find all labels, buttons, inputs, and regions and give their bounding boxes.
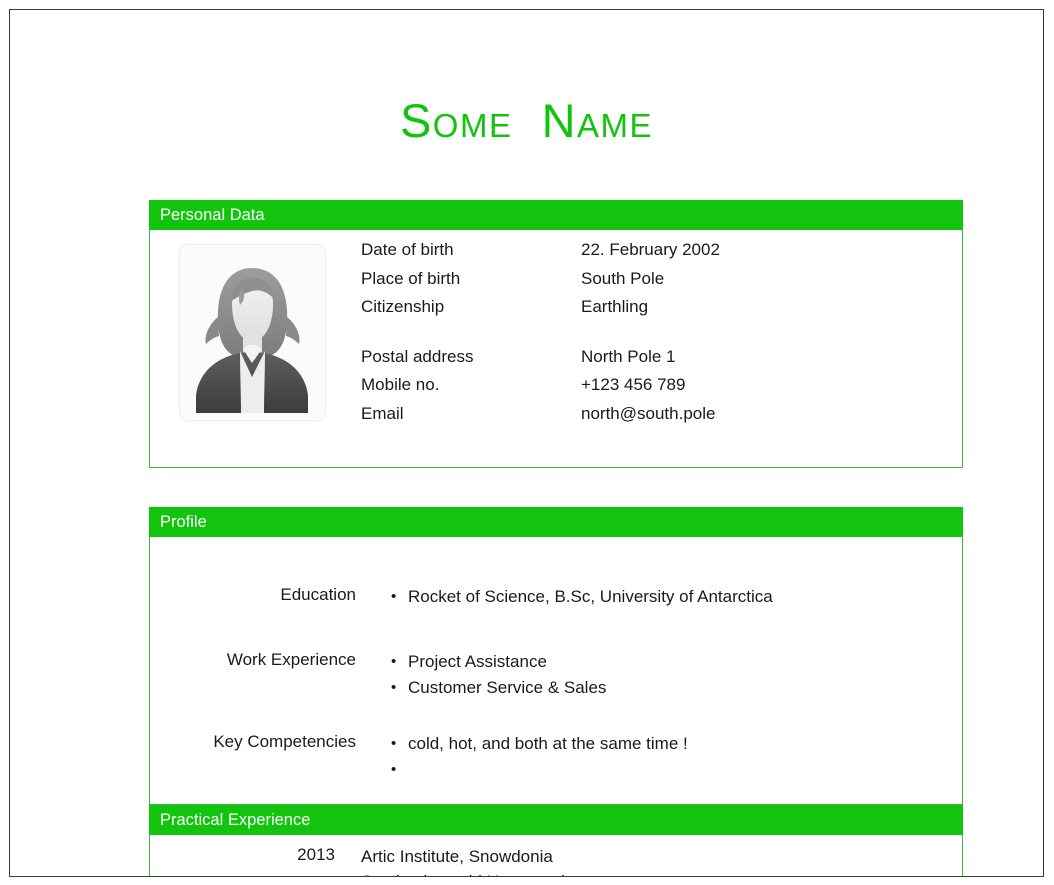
table-row: Email north@south.pole [361,404,720,433]
section-body-practical-experience: 2013 Artic Institute, Snowdonia Serving … [149,835,963,876]
field-value: South Pole [581,268,665,288]
profile-row-items: cold, hot, and both at the same time ! [382,732,942,784]
spacer-cell [361,326,581,347]
field-value: 22. February 2002 [581,240,720,259]
list-item: Project Assistance [382,650,942,676]
list-item: cold, hot, and both at the same time ! [382,732,942,758]
field-value: north@south.pole [581,403,716,423]
list-item: Customer Service & Sales [382,676,942,702]
field-label: Place of birth [361,268,461,288]
section-header-personal-data: Personal Data [149,200,963,230]
profile-row-label: Education [280,585,356,604]
table-row: Mobile no. +123 456 789 [361,375,720,404]
field-value: North Pole 1 [581,346,676,366]
table-spacer-row [361,326,720,347]
profile-row-label: Key Competencies [213,732,356,751]
profile-row-items: Rocket of Science, B.Sc, University of A… [382,585,942,611]
list-item-empty [382,758,942,784]
page-title: Some Name [399,94,654,147]
list-item: Rocket of Science, B.Sc, University of A… [382,585,942,611]
section-body-personal-data: Date of birth 22. February 2002 Place of… [149,230,963,468]
entry-organisation: Artic Institute, Snowdonia [361,847,553,866]
profile-row-items: Project Assistance Customer Service & Sa… [382,650,942,702]
field-value: Earthling [581,297,649,316]
document-page: Some Name Personal Data Date of birth 22… [9,9,1044,877]
table-row: Date of birth 22. February 2002 [361,240,720,269]
entry-year: 2013 [297,845,335,864]
section-header-practical-experience: Practical Experience [149,805,963,835]
field-label: Mobile no. [361,375,440,394]
entry-description: Serving ice-cold Huntermeister [361,870,931,876]
person-placeholder-icon [180,245,325,420]
field-label: Citizenship [361,297,445,316]
section-profile: Profile Education Rocket of Science, B.S… [149,507,963,805]
entry-text: Artic Institute, Snowdonia Serving ice-c… [361,845,931,876]
profile-row-label: Work Experience [226,650,356,669]
table-row: Place of birth South Pole [361,269,720,298]
field-label: Postal address [361,346,474,366]
section-header-profile: Profile [149,507,963,537]
table-row: Postal address North Pole 1 [361,347,720,376]
field-value: +123 456 789 [581,375,686,394]
section-body-profile: Education Rocket of Science, B.Sc, Unive… [149,537,963,805]
avatar [179,244,326,421]
table-row: Citizenship Earthling [361,297,720,326]
section-personal-data: Personal Data Date of birth 22. February… [149,200,963,468]
section-practical-experience: Practical Experience 2013 Artic Institut… [149,805,963,876]
field-label: Date of birth [361,240,454,259]
field-label: Email [361,403,404,423]
personal-data-table: Date of birth 22. February 2002 Place of… [361,240,720,432]
spacer-cell [581,326,720,347]
